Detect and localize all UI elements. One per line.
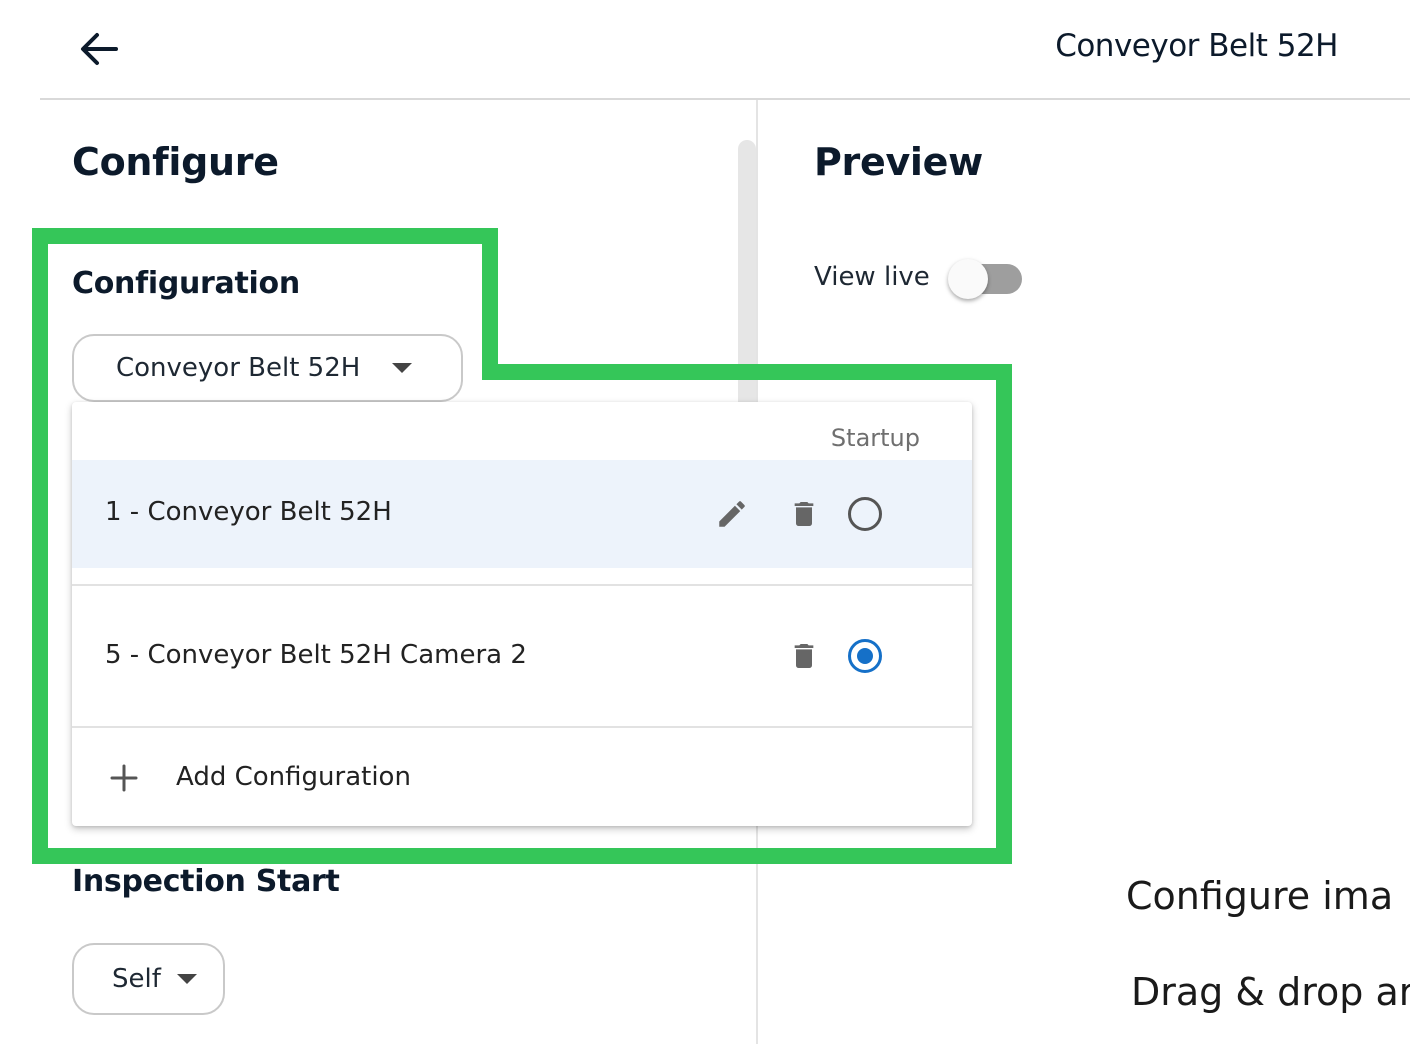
delete-button[interactable]: [782, 634, 826, 678]
caret-down-icon: [176, 974, 197, 984]
edit-button[interactable]: [710, 492, 754, 536]
configuration-select-value: Conveyor Belt 52H: [116, 353, 361, 383]
menu-item-label: 1 - Conveyor Belt 52H: [105, 497, 392, 527]
add-configuration-label: Add Configuration: [176, 762, 411, 792]
menu-item-configuration-1[interactable]: 1 - Conveyor Belt 52H: [72, 460, 972, 568]
add-configuration-button[interactable]: Add Configuration: [72, 728, 972, 826]
startup-radio[interactable]: [848, 497, 882, 531]
page-title: Conveyor Belt 52H: [1055, 28, 1338, 64]
inspection-start-value: Self: [112, 964, 161, 994]
configure-title: Configure: [72, 140, 279, 184]
menu-item-label: 5 - Conveyor Belt 52H Camera 2: [105, 640, 527, 670]
inspection-start-select[interactable]: Self: [72, 943, 225, 1015]
arrow-left-icon: [81, 33, 118, 65]
view-live-toggle-thumb[interactable]: [948, 259, 988, 299]
configuration-label: Configuration: [72, 266, 300, 301]
scrollbar[interactable]: [738, 140, 756, 420]
back-button[interactable]: [72, 22, 126, 76]
pencil-icon: [719, 501, 745, 527]
configuration-select[interactable]: Conveyor Belt 52H: [72, 334, 463, 402]
menu-item-configuration-5[interactable]: 5 - Conveyor Belt 52H Camera 2: [72, 586, 972, 726]
view-live-label: View live: [814, 262, 930, 292]
header-divider: [40, 98, 1410, 100]
trash-icon: [794, 644, 814, 668]
caret-down-icon: [392, 363, 413, 373]
plus-icon: [110, 764, 138, 792]
startup-radio-selected[interactable]: [848, 639, 882, 673]
delete-button[interactable]: [782, 492, 826, 536]
startup-column-header: Startup: [830, 424, 920, 452]
trash-icon: [794, 502, 814, 526]
preview-title: Preview: [814, 140, 983, 184]
inspection-start-label: Inspection Start: [72, 864, 340, 899]
configuration-menu: Startup 1 - Conveyor Belt 52H 5 - Convey…: [72, 402, 972, 826]
preview-placeholder-line1: Configure ima: [1126, 874, 1394, 918]
preview-placeholder-line2: Drag & drop ar: [1131, 970, 1410, 1014]
